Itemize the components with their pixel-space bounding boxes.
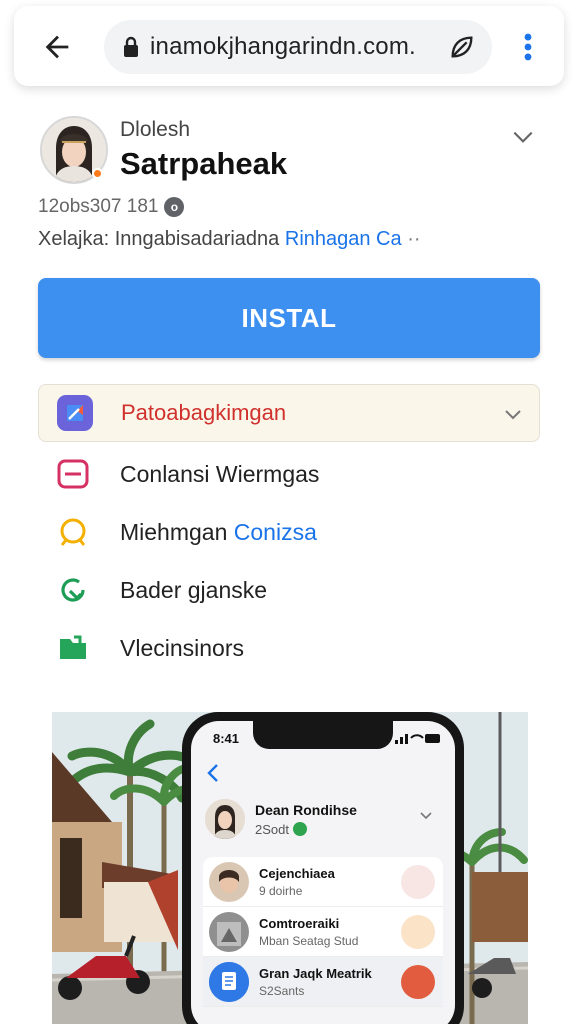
ring-icon: [60, 518, 86, 546]
list-item-extra: Conizsa: [233, 518, 317, 545]
emoji-icon[interactable]: [401, 915, 435, 949]
refresh-icon: [61, 578, 85, 602]
meta-label: Xelajka:: [38, 228, 110, 250]
meta-count: 12obs307 181: [38, 196, 159, 217]
leaf-icon[interactable]: [448, 33, 476, 61]
chevron-down-icon[interactable]: [419, 809, 433, 823]
folder-icon: [60, 635, 86, 659]
lock-icon: [124, 36, 138, 57]
list-item[interactable]: Miehmgan Conizsa: [56, 512, 516, 552]
list-item[interactable]: Cejenchiaea 9 doirhe: [203, 857, 443, 907]
list-item-subtitle: Mban Seatag Stud: [259, 933, 359, 948]
phone-profile-header[interactable]: Dean Rondihse 2Sodt: [205, 793, 437, 845]
document-icon: [209, 961, 249, 1002]
list-item-subtitle: 9 doirhe: [259, 883, 303, 898]
menu-header-label: Patoabagkimgan: [121, 400, 287, 425]
install-button[interactable]: INSTAL: [38, 278, 540, 358]
signal-icon: [395, 734, 440, 744]
phone-profile-name: Dean Rondihse: [255, 801, 357, 818]
chevron-down-icon[interactable]: [510, 124, 536, 150]
list-item-subtitle: S2Sants: [259, 983, 305, 998]
phone-screen: 8:41 Dean Rondihse 2Sodt Cejenchiaea 9 d…: [191, 721, 455, 1024]
reaction-icon[interactable]: [401, 865, 435, 899]
phone-profile-sub: 2Sodt: [255, 821, 289, 837]
profile-meta: 12obs307 181 o: [38, 196, 185, 218]
arrow-back-icon[interactable]: [40, 30, 74, 64]
list-item[interactable]: Gran Jaqk Meatrik S2Sants: [203, 957, 443, 1007]
list-item-title: Gran Jaqk Meatrik: [259, 965, 372, 981]
action-icon[interactable]: [401, 965, 435, 999]
status-time: 8:41: [213, 731, 240, 746]
meta-link[interactable]: Rinhagan Ca: [285, 228, 402, 250]
more-vert-icon[interactable]: [514, 30, 542, 64]
profile-title: Satrpaheak: [120, 146, 288, 181]
status-badge: [292, 822, 307, 836]
url-field[interactable]: inamokjhangarindn.com.: [104, 20, 492, 74]
chevron-down-icon[interactable]: [501, 402, 525, 426]
list-item[interactable]: Comtroeraiki Mban Seatag Stud: [203, 907, 443, 957]
list-item-title: Comtroeraiki: [259, 915, 340, 931]
profile-details: Xelajka: Inngabisadariadna Rinhagan Ca ·…: [38, 228, 421, 251]
meta-text: Inngabisadariadna: [114, 228, 280, 250]
meta-dots: ··: [407, 228, 421, 250]
status-badge: [92, 168, 103, 179]
browser-toolbar: inamokjhangarindn.com.: [14, 6, 564, 86]
list-item-label: Miehmgan Conizsa: [120, 518, 317, 545]
share-icon: [57, 395, 93, 431]
list-item[interactable]: Bader gjanske: [56, 570, 516, 610]
list-item[interactable]: Conlansi Wiermgas: [56, 454, 516, 494]
menu-header[interactable]: Patoabagkimgan: [38, 384, 540, 442]
profile-subtitle: Dlolesh: [120, 118, 191, 141]
phone-notch: [253, 721, 393, 749]
phone-mockup: 8:41 Dean Rondihse 2Sodt Cejenchiaea 9 d…: [182, 712, 464, 1024]
url-text: inamokjhangarindn.com.: [150, 33, 416, 60]
avatar: [205, 799, 245, 839]
avatar: [209, 911, 249, 952]
list-item-title: Cejenchiaea: [259, 865, 335, 881]
card-icon: [57, 459, 89, 489]
list-item-label: Vlecinsinors: [120, 634, 244, 661]
phone-list: Cejenchiaea 9 doirhe Comtroeraiki Mban S…: [203, 857, 443, 1007]
meta-badge: o: [164, 197, 185, 217]
list-item[interactable]: Vlecinsinors: [56, 628, 516, 668]
chevron-left-icon[interactable]: [205, 763, 221, 783]
list-item-label: Bader gjanske: [120, 576, 268, 603]
avatar: [209, 861, 249, 902]
list-item-label: Conlansi Wiermgas: [120, 460, 320, 487]
